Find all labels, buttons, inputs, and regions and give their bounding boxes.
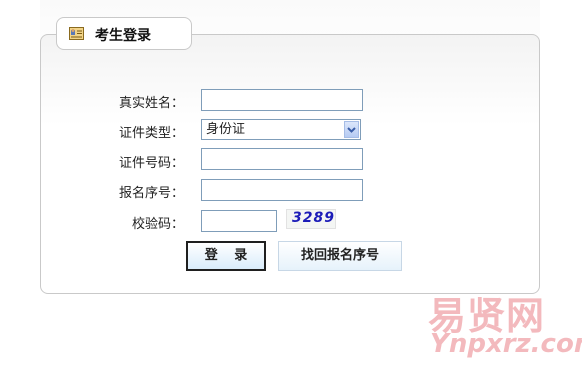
captcha-field[interactable] [201,210,277,232]
login-tab: 考生登录 [56,17,192,50]
id-type-selected: 身份证 [206,122,246,137]
chevron-down-icon[interactable] [344,121,359,138]
name-label: 真实姓名： [118,96,184,111]
reg-number-label: 报名序号： [118,186,184,201]
name-field[interactable] [201,89,363,111]
watermark-url: Ynpxrz.com [430,329,582,359]
id-number-field[interactable] [201,148,363,170]
id-type-select[interactable]: 身份证 [201,119,361,140]
captcha-image[interactable]: 3289 [286,209,336,229]
login-button[interactable]: 登 录 [186,241,266,271]
captcha-label: 校验码： [131,217,184,232]
captcha-text: 3289 [292,210,335,226]
id-number-label: 证件号码： [118,156,184,171]
page-title: 考生登录 [95,28,151,44]
id-type-label: 证件类型： [118,126,184,141]
reg-number-field[interactable] [201,179,363,201]
find-reg-number-button[interactable]: 找回报名序号 [278,241,402,271]
id-card-icon [69,27,84,40]
